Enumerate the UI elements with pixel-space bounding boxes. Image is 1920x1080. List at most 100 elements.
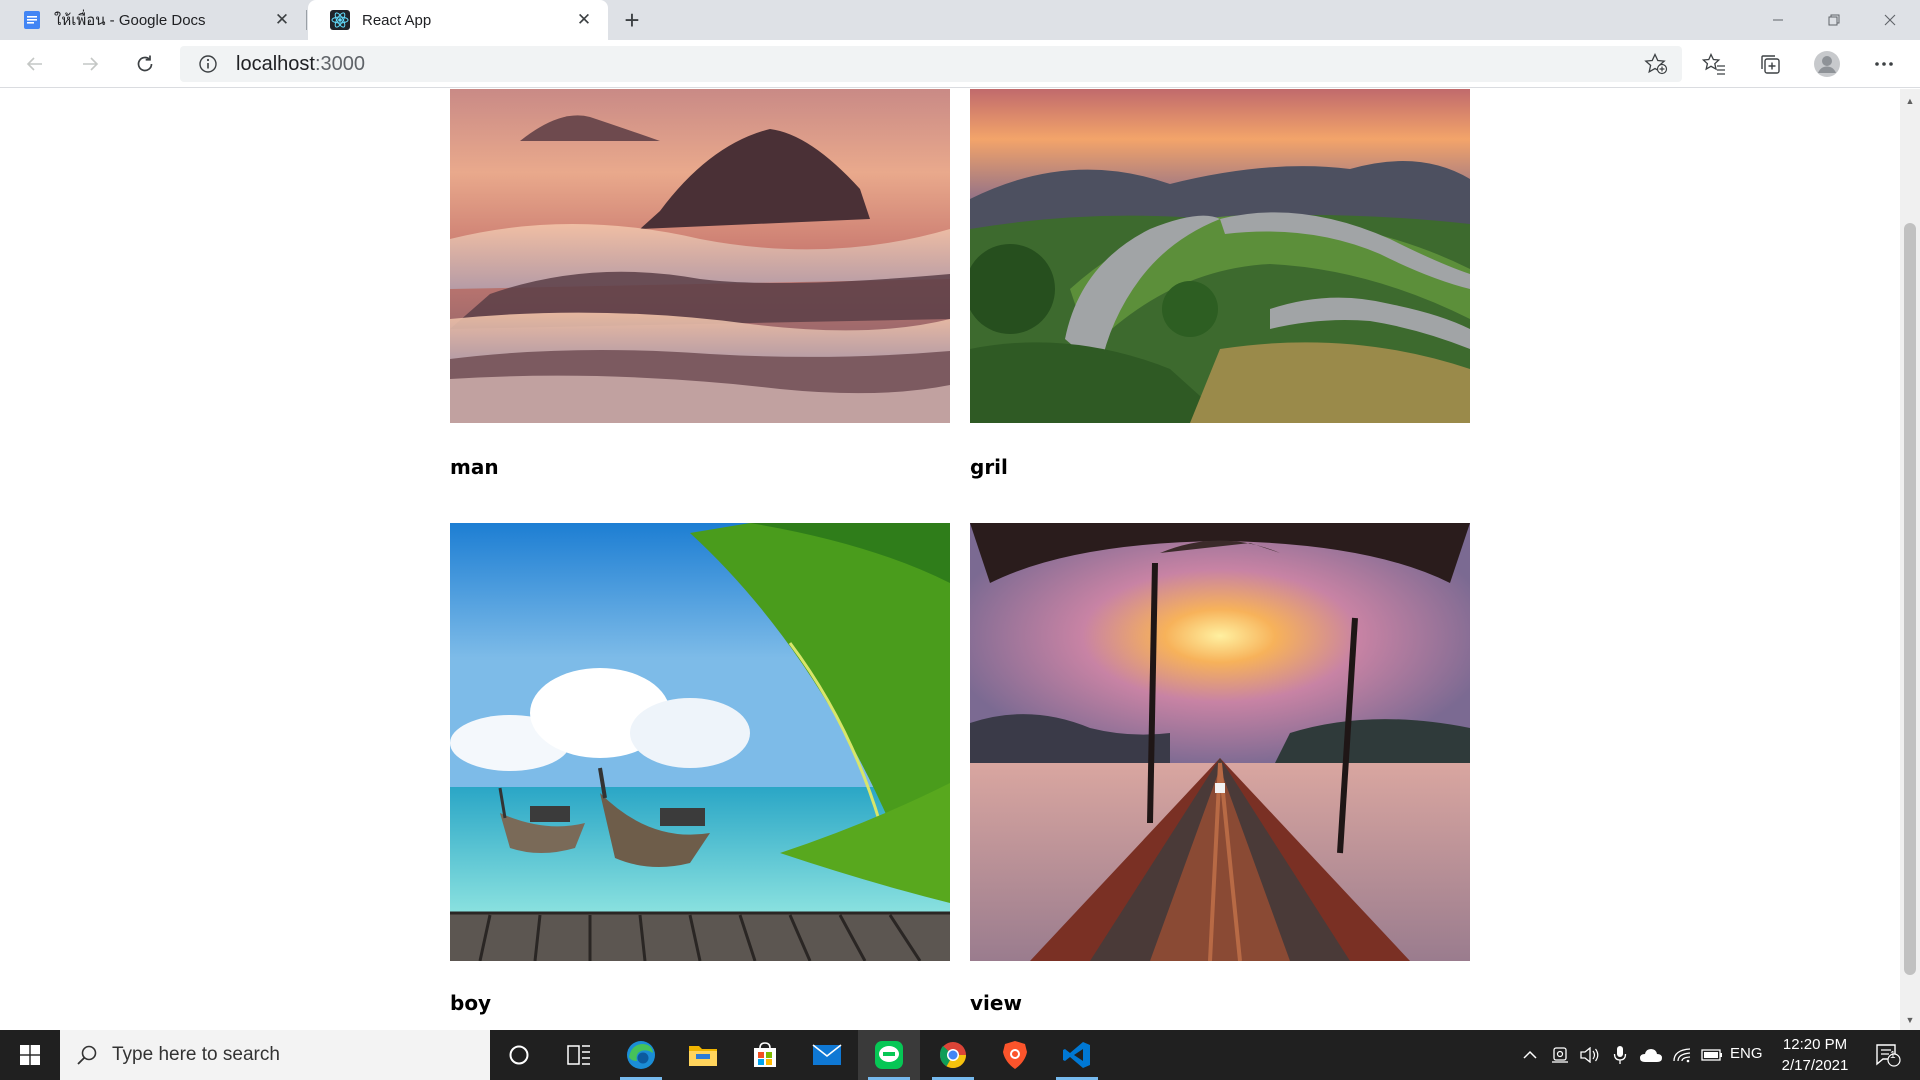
windows-logo-icon <box>20 1045 40 1065</box>
card-title: man <box>450 455 499 479</box>
collections-icon <box>1761 55 1780 74</box>
restore-icon <box>1828 14 1840 26</box>
new-tab-button[interactable]: + <box>618 5 646 35</box>
vscode-app[interactable] <box>1046 1030 1108 1080</box>
show-hidden-icons-button[interactable] <box>1518 1030 1542 1080</box>
close-icon[interactable]: ✕ <box>574 10 594 30</box>
line-icon <box>875 1041 903 1069</box>
chrome-icon <box>939 1042 967 1069</box>
address-bar[interactable]: localhost:3000 <box>180 46 1682 82</box>
arrow-left-icon <box>26 57 42 71</box>
more-icon <box>1875 62 1893 66</box>
cortana-button[interactable] <box>488 1030 550 1080</box>
edge-app[interactable] <box>610 1030 672 1080</box>
action-center-button[interactable]: 1 <box>1866 1030 1910 1080</box>
card-title: view <box>970 991 1022 1015</box>
meet-now-button[interactable] <box>1548 1030 1572 1080</box>
google-docs-icon <box>24 11 40 29</box>
file-explorer-app[interactable] <box>672 1030 734 1080</box>
brave-app[interactable] <box>984 1030 1046 1080</box>
window-close-button[interactable] <box>1862 0 1918 40</box>
wifi-icon <box>1673 1048 1691 1063</box>
add-favorite-icon[interactable] <box>1644 53 1668 75</box>
arrow-right-icon <box>83 57 99 71</box>
forward-button[interactable] <box>73 48 107 80</box>
system-clock[interactable]: 12:20 PM 2/17/2021 <box>1760 1034 1870 1076</box>
minimize-button[interactable] <box>1750 0 1806 40</box>
tab-strip: ให้เพื่อน - Google Docs ✕ React App ✕ + <box>0 0 1920 40</box>
url-port: :3000 <box>314 52 365 75</box>
battery-button[interactable] <box>1698 1030 1726 1080</box>
line-app[interactable] <box>858 1030 920 1080</box>
mountain-road-image <box>970 89 1470 423</box>
store-icon <box>754 1042 776 1067</box>
react-icon <box>330 10 350 30</box>
vertical-scrollbar[interactable]: ▲ ▼ <box>1900 89 1920 1030</box>
battery-icon <box>1701 1049 1722 1061</box>
mail-icon <box>812 1044 842 1065</box>
microphone-button[interactable] <box>1608 1030 1632 1080</box>
tab-title: ให้เพื่อน - Google Docs <box>54 12 206 29</box>
gallery-card: boy <box>450 523 950 1015</box>
input-language-indicator[interactable]: ENG <box>1730 1045 1763 1062</box>
boat-sunset-image <box>970 523 1470 961</box>
tab-divider <box>306 10 307 30</box>
gallery-card: man <box>450 89 950 479</box>
volume-button[interactable] <box>1578 1030 1602 1080</box>
network-button[interactable] <box>1668 1030 1696 1080</box>
volume-icon <box>1580 1047 1599 1063</box>
task-view-button[interactable] <box>548 1030 610 1080</box>
chrome-app[interactable] <box>922 1030 984 1080</box>
tab-react-app[interactable]: React App ✕ <box>308 0 608 40</box>
file-explorer-icon <box>689 1046 717 1066</box>
collections-button[interactable] <box>1756 50 1784 78</box>
search-placeholder: Type here to search <box>112 1044 280 1065</box>
notification-icon <box>1876 1044 1901 1067</box>
windows-taskbar: Type here to search ENG 12:20 PM 2/17/20… <box>0 1030 1920 1080</box>
cortana-icon <box>509 1045 529 1065</box>
close-icon <box>1884 14 1896 26</box>
clock-time: 12:20 PM <box>1782 1036 1848 1053</box>
mountain-sunset-image <box>450 89 950 423</box>
store-app[interactable] <box>734 1030 796 1080</box>
browser-toolbar: localhost:3000 <box>0 40 1920 88</box>
vscode-icon <box>1063 1042 1090 1068</box>
scroll-down-arrow-icon[interactable]: ▼ <box>1900 1012 1920 1028</box>
brave-icon <box>1003 1041 1027 1069</box>
gallery-card: view <box>970 523 1470 1015</box>
tropical-beach-image <box>450 523 950 961</box>
scroll-up-arrow-icon[interactable]: ▲ <box>1900 93 1920 109</box>
restore-button[interactable] <box>1806 0 1862 40</box>
favorites-icon <box>1702 53 1725 75</box>
cloud-icon <box>1640 1049 1662 1062</box>
card-title: boy <box>450 991 492 1015</box>
start-button[interactable] <box>0 1030 60 1080</box>
back-button[interactable] <box>18 48 52 80</box>
meet-now-icon <box>1552 1047 1568 1063</box>
page-viewport: man gril boy view <box>0 89 1900 1030</box>
url-host: localhost <box>236 52 315 75</box>
reload-icon <box>137 55 153 72</box>
favorites-button[interactable] <box>1700 50 1728 78</box>
taskbar-search-box[interactable]: Type here to search <box>60 1030 490 1080</box>
tab-google-docs[interactable]: ให้เพื่อน - Google Docs ✕ <box>0 0 306 40</box>
mail-app[interactable] <box>796 1030 858 1080</box>
clock-date: 2/17/2021 <box>1781 1057 1849 1074</box>
chevron-up-icon <box>1523 1050 1537 1059</box>
onedrive-button[interactable] <box>1636 1030 1666 1080</box>
reload-button[interactable] <box>128 48 162 80</box>
gallery-card: gril <box>970 89 1470 479</box>
card-title: gril <box>970 455 1008 479</box>
scrollbar-thumb[interactable] <box>1904 223 1916 975</box>
task-view-icon <box>567 1045 590 1065</box>
microphone-icon <box>1613 1046 1627 1064</box>
avatar-icon <box>1814 51 1840 77</box>
notification-count-badge: 1 <box>1890 1050 1896 1061</box>
close-icon[interactable]: ✕ <box>272 10 292 30</box>
settings-more-button[interactable] <box>1870 50 1898 78</box>
tab-title: React App <box>362 11 432 29</box>
edge-icon <box>627 1041 655 1069</box>
profile-button[interactable] <box>1813 50 1841 78</box>
minimize-icon <box>1773 19 1783 21</box>
search-icon <box>77 1045 97 1065</box>
